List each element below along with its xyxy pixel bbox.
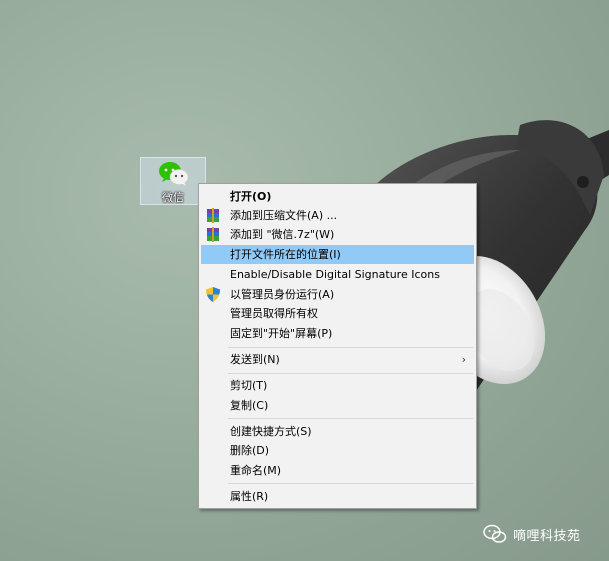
menu-item-label: Enable/Disable Digital Signature Icons <box>230 268 440 281</box>
menu-item-label: 复制(C) <box>230 399 269 412</box>
menu-item-label: 创建快捷方式(S) <box>230 425 312 438</box>
menu-item-label: 打开文件所在的位置(I) <box>230 248 341 261</box>
menu-item-label: 打开(O) <box>230 190 272 203</box>
menu-item-cut[interactable]: 剪切(T) <box>201 376 474 395</box>
menu-item-send-to[interactable]: 发送到(N) › <box>201 350 474 369</box>
menu-item-add-to-7z[interactable]: 添加到 "微信.7z"(W) <box>201 225 474 244</box>
menu-item-copy[interactable]: 复制(C) <box>201 396 474 415</box>
desktop-shortcut-wechat[interactable]: 微信 <box>140 157 206 205</box>
menu-separator <box>228 373 473 374</box>
menu-item-label: 管理员取得所有权 <box>230 307 318 320</box>
menu-item-label: 添加到 "微信.7z"(W) <box>230 228 335 241</box>
menu-item-delete[interactable]: 删除(D) <box>201 441 474 460</box>
menu-item-rename[interactable]: 重命名(M) <box>201 461 474 480</box>
winrar-icon <box>207 227 219 242</box>
menu-item-label: 固定到"开始"屏幕(P) <box>230 327 333 340</box>
menu-item-add-to-archive[interactable]: 添加到压缩文件(A) ... <box>201 206 474 225</box>
uac-shield-icon <box>206 287 220 302</box>
menu-item-open[interactable]: 打开(O) <box>201 187 474 206</box>
menu-item-label: 删除(D) <box>230 444 270 457</box>
context-menu: 打开(O) 添加到压缩文件(A) ... 添加到 "微信.7z"(W) 打开文件… <box>198 183 477 509</box>
menu-item-label: 重命名(M) <box>230 464 282 477</box>
menu-item-label: 属性(R) <box>230 490 269 503</box>
menu-item-label: 以管理员身份运行(A) <box>230 288 335 301</box>
menu-separator <box>228 483 473 484</box>
menu-item-take-ownership[interactable]: 管理员取得所有权 <box>201 304 474 323</box>
desktop-shortcut-label: 微信 <box>162 191 184 204</box>
menu-item-digital-signature-icons[interactable]: Enable/Disable Digital Signature Icons <box>201 265 474 284</box>
chevron-right-icon: › <box>461 353 466 366</box>
menu-separator <box>228 347 473 348</box>
wechat-official-account-icon <box>483 524 507 543</box>
menu-item-run-as-admin[interactable]: 以管理员身份运行(A) <box>201 285 474 304</box>
wechat-icon <box>159 162 189 186</box>
menu-item-create-shortcut[interactable]: 创建快捷方式(S) <box>201 422 474 441</box>
menu-item-label: 添加到压缩文件(A) ... <box>230 209 338 222</box>
menu-item-label: 剪切(T) <box>230 379 268 392</box>
menu-item-properties[interactable]: 属性(R) <box>201 487 474 506</box>
watermark-text: 嘀哩科技苑 <box>513 528 581 544</box>
winrar-icon <box>207 208 219 223</box>
menu-separator <box>228 418 473 419</box>
menu-item-label: 发送到(N) <box>230 353 280 366</box>
menu-item-pin-to-start[interactable]: 固定到"开始"屏幕(P) <box>201 324 474 343</box>
watermark: 嘀哩科技苑 <box>483 522 581 546</box>
menu-item-open-file-location[interactable]: 打开文件所在的位置(I) <box>201 245 474 264</box>
